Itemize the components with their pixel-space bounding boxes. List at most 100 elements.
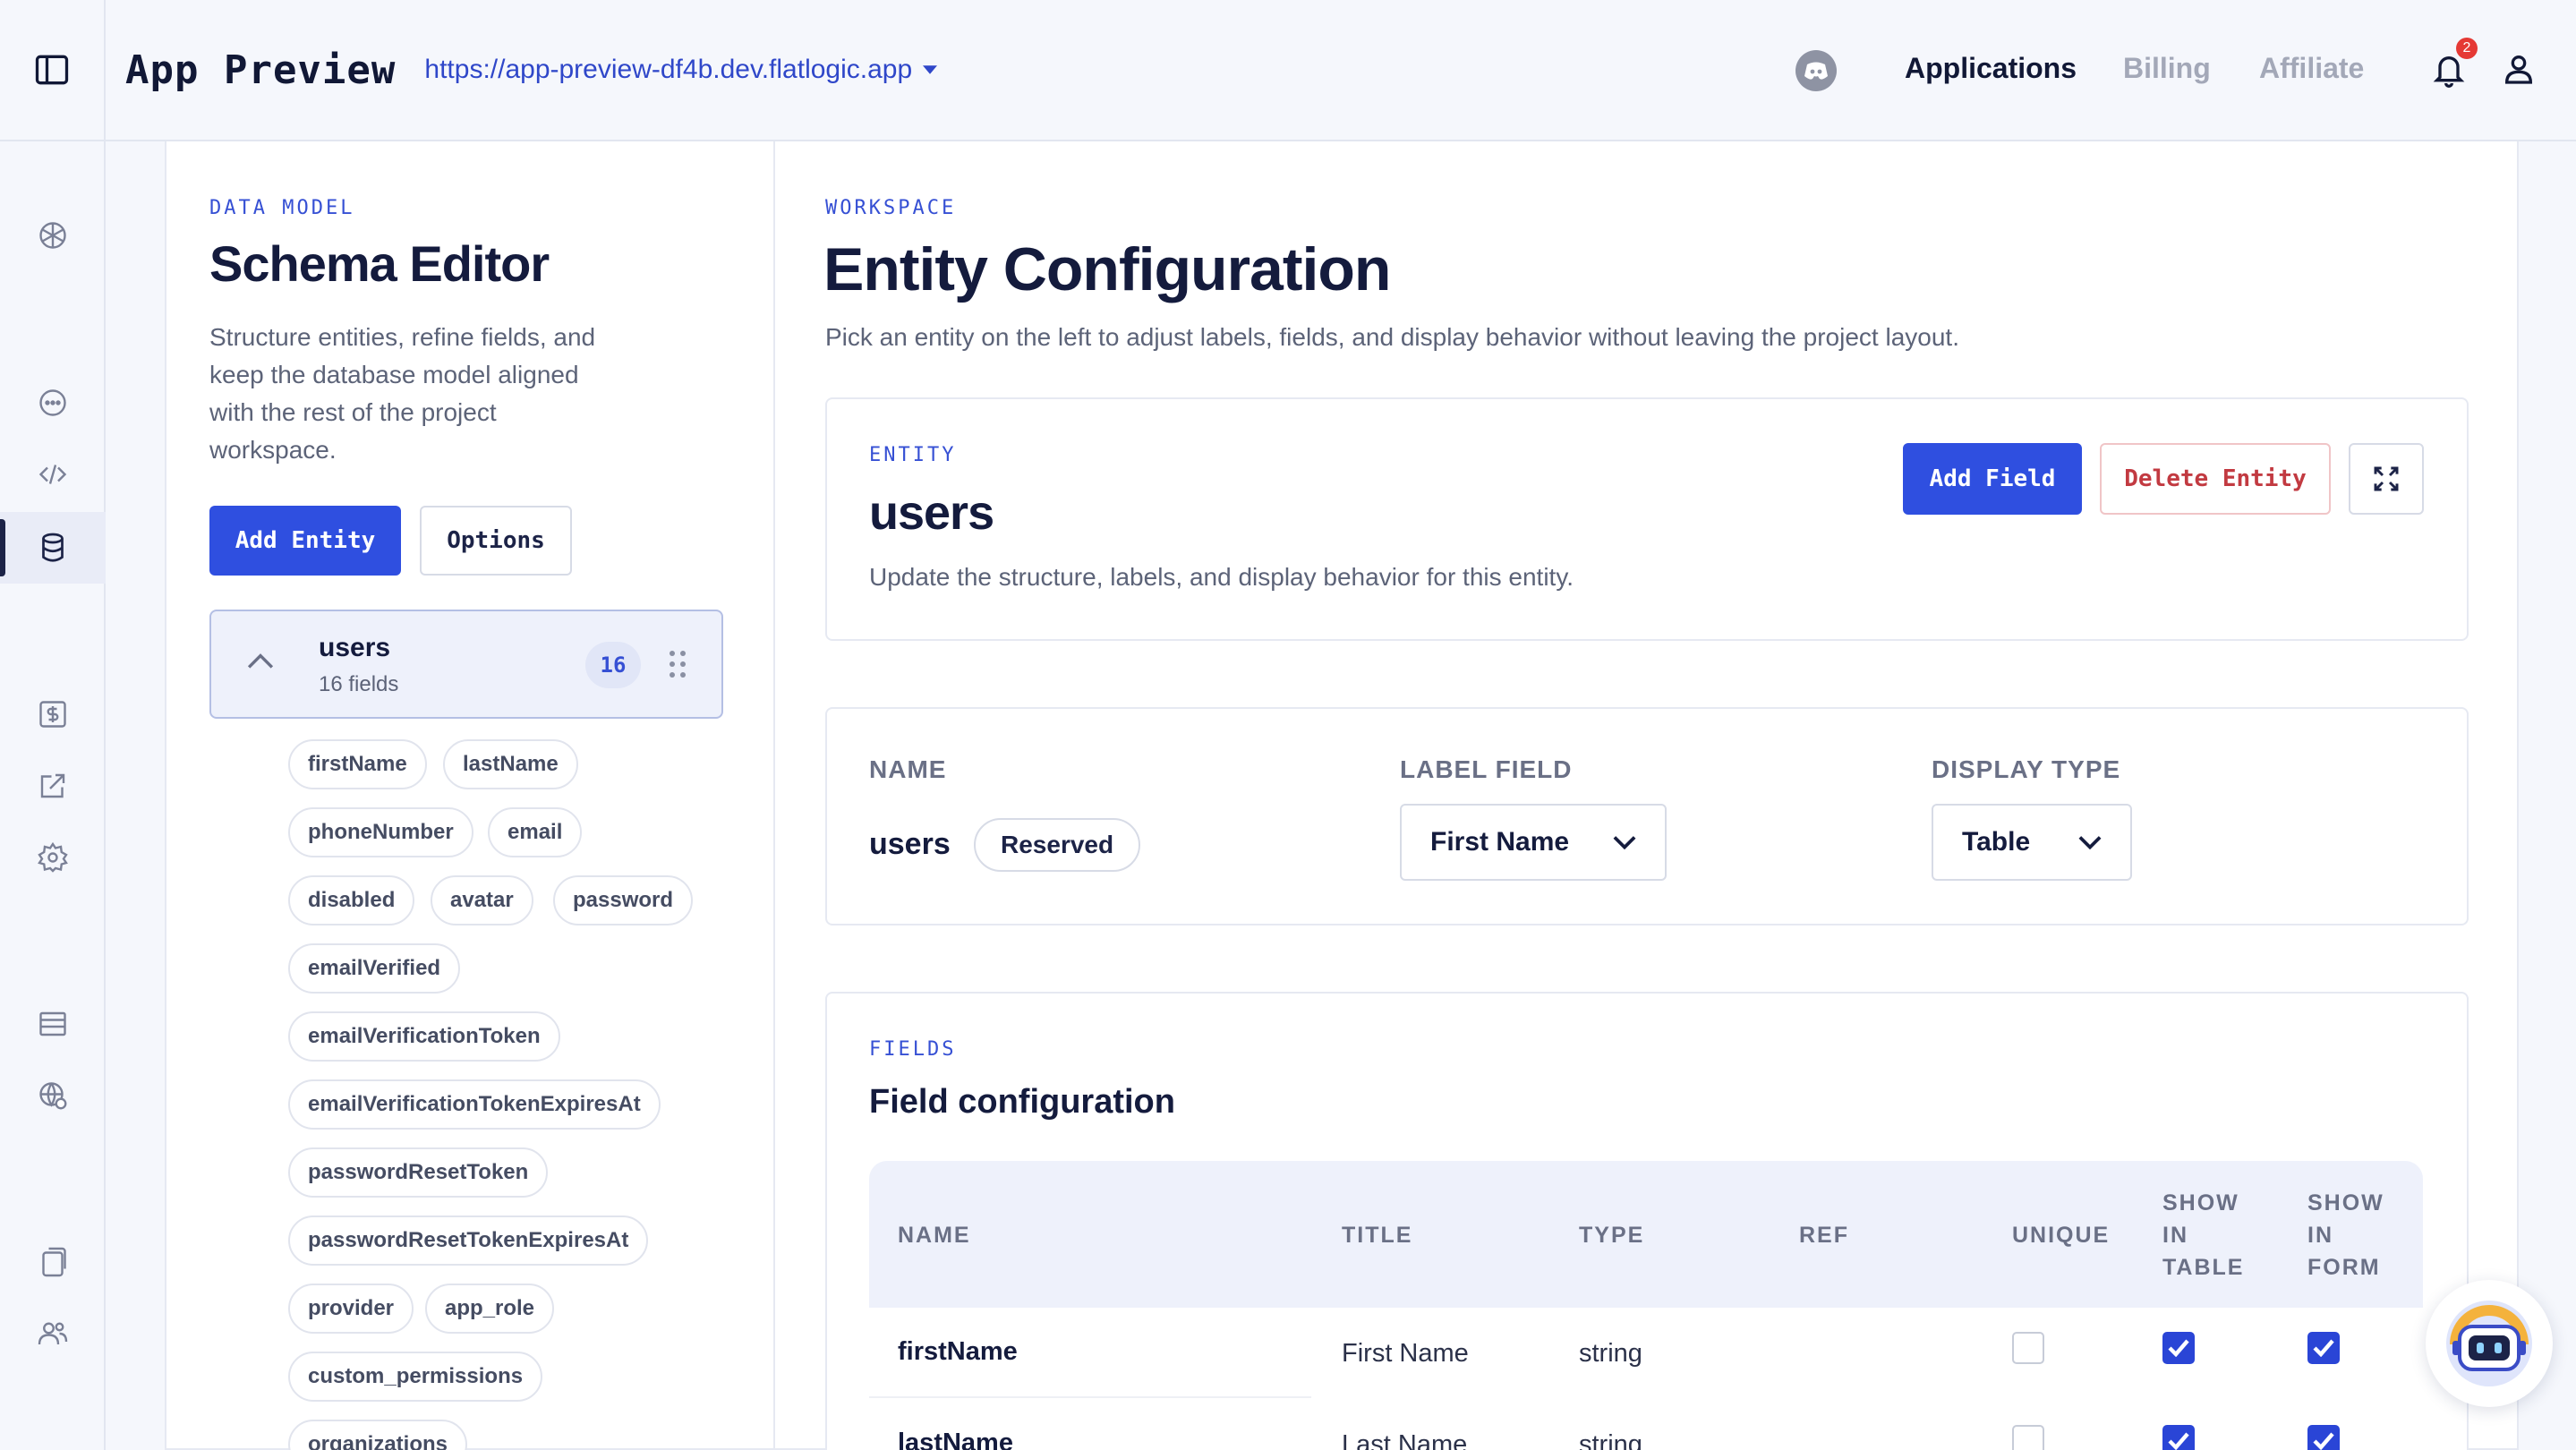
field-chip[interactable]: app_role [425, 1284, 555, 1334]
display-type-label: DISPLAY TYPE [1932, 755, 2121, 783]
column-type: TYPE [1579, 1223, 1645, 1248]
display-type-select[interactable]: Table [1932, 804, 2132, 881]
field-chip[interactable]: phoneNumber [288, 807, 473, 857]
schema-description-line: workspace. [209, 436, 337, 464]
schema-eyebrow: DATA MODEL [209, 197, 355, 219]
column-title: TITLE [1342, 1223, 1413, 1248]
workspace-title: Entity Configuration [823, 235, 1391, 303]
schema-description: Structure entities, refine fields, and k… [209, 319, 639, 469]
field-chip[interactable]: emailVerificationToken [288, 1011, 560, 1062]
label-field-select[interactable]: First Name [1400, 804, 1667, 881]
rail-code[interactable] [0, 439, 106, 510]
field-chip[interactable]: email [488, 807, 583, 857]
show-in-table-checkbox[interactable] [2162, 1425, 2195, 1450]
column-ref: REF [1799, 1223, 1849, 1248]
field-chip[interactable]: lastName [443, 739, 578, 789]
drag-handle-icon[interactable] [670, 651, 686, 678]
expand-icon [2374, 466, 2399, 491]
fullscreen-button[interactable] [2349, 443, 2424, 515]
rail-list[interactable] [0, 988, 106, 1060]
check-icon [2313, 1339, 2334, 1357]
schema-description-line: keep the database model aligned [209, 361, 579, 388]
field-chip[interactable]: custom_permissions [288, 1352, 543, 1402]
discord-icon[interactable] [1796, 50, 1837, 91]
field-chip[interactable]: passwordResetToken [288, 1147, 549, 1198]
row-divider [869, 1396, 1311, 1398]
rail-globe[interactable] [0, 1060, 106, 1131]
name-label: NAME [869, 755, 947, 783]
row-field-title: Last Name [1342, 1430, 1468, 1450]
notification-badge: 2 [2456, 38, 2478, 59]
code-icon [38, 465, 67, 484]
entity-card-name: users [869, 486, 994, 540]
app-url-text: https://app-preview-df4b.dev.flatlogic.a… [424, 55, 913, 84]
field-chip[interactable]: firstName [288, 739, 427, 789]
column-unique: UNIQUE [2012, 1223, 2111, 1248]
assistant-bot-button[interactable] [2426, 1280, 2553, 1407]
entity-card [825, 397, 2469, 641]
dollar-icon [39, 701, 66, 728]
unique-checkbox[interactable] [2012, 1425, 2044, 1450]
field-chip[interactable]: emailVerificationTokenExpiresAt [288, 1079, 661, 1130]
row-field-name[interactable]: firstName [898, 1337, 1018, 1367]
show-in-form-checkbox[interactable] [2307, 1425, 2340, 1450]
entity-card-description: Update the structure, labels, and displa… [869, 563, 1574, 591]
label-field-label: LABEL FIELD [1400, 755, 1573, 783]
nav-applications[interactable]: Applications [1905, 52, 2077, 85]
options-button[interactable]: Options [420, 506, 572, 576]
field-chip[interactable]: passwordResetTokenExpiresAt [288, 1215, 649, 1266]
show-in-form-checkbox[interactable] [2307, 1332, 2340, 1364]
column-header-word: TABLE [2162, 1255, 2245, 1280]
schema-description-line: Structure entities, refine fields, and [209, 323, 596, 351]
entity-eyebrow: ENTITY [869, 444, 957, 466]
check-icon [2168, 1432, 2189, 1450]
rail-cube[interactable] [0, 200, 106, 271]
entity-name: users [319, 633, 391, 662]
delete-entity-button[interactable]: Delete Entity [2100, 443, 2331, 515]
chevron-down-icon [1613, 836, 1636, 849]
display-type-value: Table [1962, 827, 2031, 857]
rail-database[interactable] [0, 512, 106, 584]
field-chip[interactable]: emailVerified [288, 943, 461, 994]
app-url-dropdown[interactable]: https://app-preview-df4b.dev.flatlogic.a… [424, 55, 938, 85]
entity-row-users[interactable]: users 16 fields 16 [209, 610, 723, 719]
sidebar-toggle-button[interactable] [0, 0, 106, 141]
rail-billing[interactable] [0, 678, 106, 750]
name-value: users [869, 827, 951, 861]
column-header-word: IN [2307, 1223, 2333, 1248]
field-chip[interactable]: provider [288, 1284, 414, 1334]
workspace-description: Pick an entity on the left to adjust lab… [825, 323, 1959, 351]
rail-settings[interactable] [0, 822, 106, 893]
add-field-button[interactable]: Add Field [1903, 443, 2082, 515]
row-field-name[interactable]: lastName [898, 1429, 1013, 1450]
caret-down-icon [923, 65, 938, 74]
database-icon [42, 533, 64, 562]
column-show-in-form: SHOW IN FORM [2307, 1187, 2384, 1284]
user-icon [2504, 55, 2533, 84]
app-title: App Preview [125, 47, 397, 93]
rail-external-link[interactable] [0, 750, 106, 822]
left-rail [0, 141, 106, 1450]
field-chip[interactable]: disabled [288, 875, 415, 925]
show-in-table-checkbox[interactable] [2162, 1332, 2195, 1364]
sidebar-toggle-icon [35, 55, 69, 85]
robot-icon [2446, 1301, 2532, 1386]
rail-chat[interactable] [0, 367, 106, 439]
unique-checkbox[interactable] [2012, 1332, 2044, 1364]
notifications-button[interactable]: 2 [2431, 38, 2478, 94]
field-chip[interactable]: avatar [431, 875, 533, 925]
external-link-icon [40, 773, 65, 798]
column-show-in-table: SHOW IN TABLE [2162, 1187, 2244, 1284]
user-menu-button[interactable] [2501, 50, 2537, 92]
nav-billing[interactable]: Billing [2123, 52, 2211, 85]
field-chip[interactable]: password [553, 875, 694, 925]
cube-icon [39, 222, 66, 249]
nav-affiliate[interactable]: Affiliate [2259, 52, 2364, 85]
rail-users[interactable] [0, 1298, 106, 1369]
add-entity-button[interactable]: Add Entity [209, 506, 401, 576]
list-icon [39, 1011, 66, 1036]
chevron-up-icon[interactable] [247, 652, 274, 670]
rail-copy[interactable] [0, 1226, 106, 1298]
entity-count-badge: 16 [585, 642, 641, 688]
field-chip[interactable]: organizations [288, 1420, 468, 1450]
